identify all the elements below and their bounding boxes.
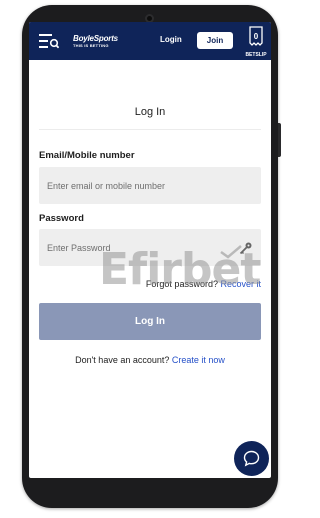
key-icon[interactable] xyxy=(239,241,253,255)
join-button[interactable]: Join xyxy=(197,32,233,49)
password-label: Password xyxy=(39,213,84,224)
chat-button[interactable] xyxy=(234,441,269,476)
betslip-count: 0 xyxy=(254,32,259,41)
email-label: Email/Mobile number xyxy=(39,150,135,161)
signup-prompt-text: Don't have an account? xyxy=(75,355,170,365)
boylesports-logo[interactable]: BoyleSports THIS IS BETTING xyxy=(73,34,129,48)
email-input[interactable] xyxy=(39,167,261,204)
logo-brand-text: BoyleSports xyxy=(73,34,118,43)
header-login-link[interactable]: Login xyxy=(160,35,182,44)
logo-tagline: THIS IS BETTING xyxy=(73,43,109,48)
forgot-password-row: Forgot password? Recover it xyxy=(146,279,261,289)
app-screen: BoyleSports THIS IS BETTING Login Join 0… xyxy=(29,22,271,478)
phone-frame: BoyleSports THIS IS BETTING Login Join 0… xyxy=(22,5,281,508)
betslip-label: BETSLIP xyxy=(245,52,267,58)
title-divider xyxy=(39,129,261,130)
betslip-button[interactable]: 0 BETSLIP xyxy=(243,26,269,58)
page-title: Log In xyxy=(134,106,166,118)
password-input[interactable] xyxy=(39,229,261,266)
forgot-password-text: Forgot password? xyxy=(145,279,218,289)
phone-side-button xyxy=(278,123,281,157)
login-submit-button[interactable]: Log In xyxy=(39,303,261,340)
top-navigation-bar: BoyleSports THIS IS BETTING Login Join 0… xyxy=(29,22,271,60)
create-account-link[interactable]: Create it now xyxy=(172,355,225,365)
betslip-icon: 0 xyxy=(249,26,263,46)
menu-search-icon[interactable] xyxy=(39,33,59,49)
chat-bubble-icon xyxy=(243,450,260,467)
signup-row: Don't have an account? Create it now xyxy=(29,355,271,365)
recover-password-link[interactable]: Recover it xyxy=(220,279,261,289)
